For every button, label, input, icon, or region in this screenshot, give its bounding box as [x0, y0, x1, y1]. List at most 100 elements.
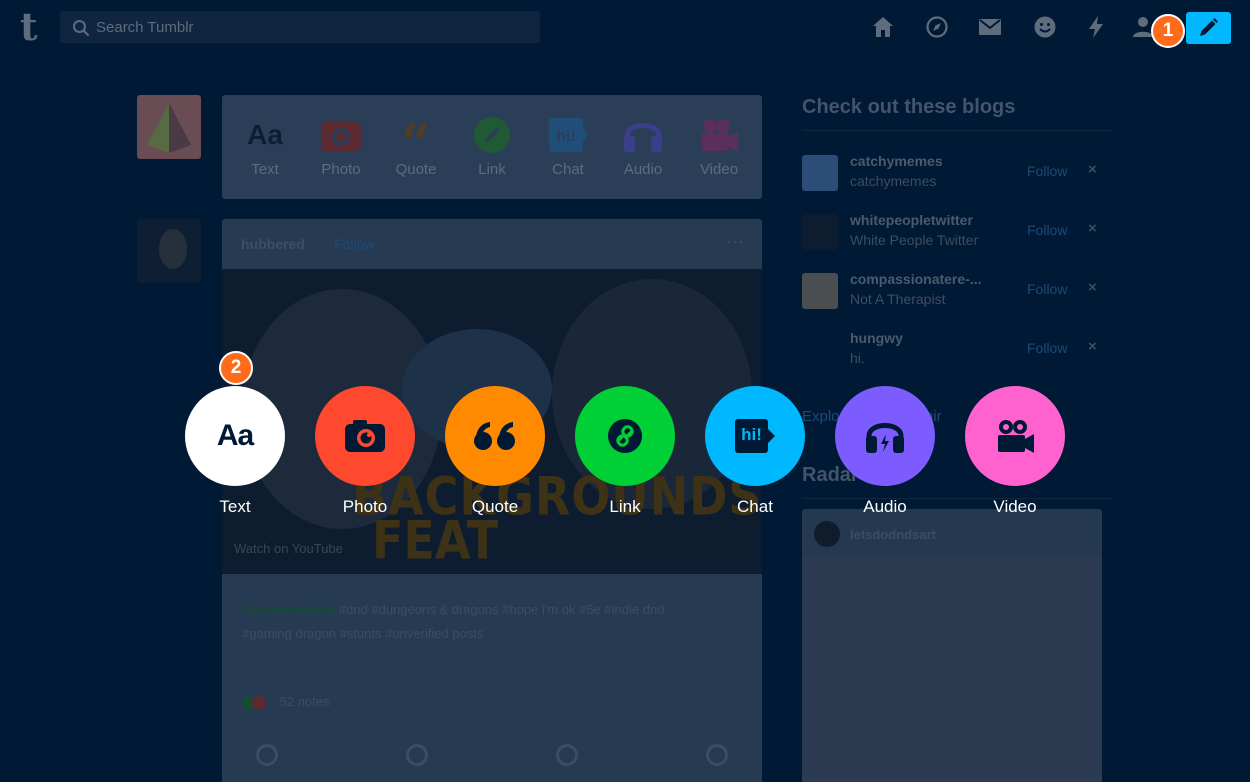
dismiss-icon[interactable]: × — [1088, 338, 1097, 355]
recommended-blog[interactable]: hungwy hi. Follow × — [802, 329, 1112, 379]
post-header: hubbered Follow ··· — [222, 219, 762, 269]
recommended-tag: Recommended — [242, 602, 336, 617]
choose-link-post[interactable]: Link — [575, 386, 675, 526]
watch-on-youtube[interactable]: Watch on YouTube — [234, 541, 343, 556]
dismiss-icon[interactable]: × — [1088, 220, 1097, 237]
chat-post-button[interactable]: hi! — [705, 386, 805, 486]
headphones-icon — [613, 113, 673, 157]
post-bar-quote[interactable]: “ Quote — [386, 113, 446, 179]
audio-post-label: Audio — [863, 497, 907, 516]
blog-avatar[interactable] — [802, 332, 838, 368]
blog-name[interactable]: hungwy — [850, 330, 903, 346]
post-bar-label: Chat — [552, 161, 584, 178]
blog-title: hi. — [850, 350, 865, 366]
blog-name[interactable]: whitepeopletwitter — [850, 212, 973, 228]
radar-post[interactable]: letsdodndsart — [802, 509, 1102, 782]
post-bar-photo[interactable]: Photo — [311, 113, 371, 178]
text-aa-icon: Aa — [216, 419, 254, 452]
recommended-blog[interactable]: whitepeopletwitter White People Twitter … — [802, 211, 1112, 261]
choose-audio-post[interactable]: Audio — [835, 386, 935, 526]
post-bar-label: Audio — [623, 161, 663, 178]
step-badge-2: 2 — [219, 351, 253, 385]
post-follow-link[interactable]: Follow — [334, 236, 374, 252]
blog-name[interactable]: compassionatere-... — [850, 271, 982, 287]
dismiss-icon[interactable]: × — [1088, 161, 1097, 178]
post-type-bar: Aa Text Photo “ Quote Link hi! Chat Audi… — [222, 95, 762, 199]
video-camera-icon — [689, 113, 749, 157]
choose-photo-post[interactable]: Photo — [315, 386, 415, 526]
post-bar-chat[interactable]: hi! Chat — [538, 113, 598, 178]
radar-image[interactable] — [802, 557, 1102, 782]
reply-icon[interactable] — [406, 744, 428, 766]
reblog-icon[interactable] — [556, 744, 578, 766]
video-camera-icon — [998, 420, 1034, 453]
chat-hi-icon: hi! — [538, 113, 598, 157]
avatar[interactable] — [137, 95, 201, 159]
audio-post-button[interactable] — [835, 386, 935, 486]
text-post-label: Text — [219, 497, 251, 516]
svg-text:hi!: hi! — [556, 128, 576, 145]
recommended-blog[interactable]: compassionatere-... Not A Therapist Foll… — [802, 270, 1112, 320]
camera-icon — [311, 113, 371, 157]
choose-quote-post[interactable]: Quote — [445, 386, 545, 526]
post-bar-label: Video — [699, 161, 739, 178]
quote-post-button[interactable] — [445, 386, 545, 486]
blog-avatar[interactable] — [802, 214, 838, 250]
like-heart-icon[interactable] — [706, 744, 728, 766]
pyramid-avatar-image — [147, 103, 191, 153]
link-post-label: Link — [609, 497, 641, 516]
share-icon[interactable] — [256, 744, 278, 766]
quote-icon: “ — [401, 113, 431, 174]
follow-button[interactable]: Follow — [1027, 163, 1067, 179]
link-post-button[interactable] — [575, 386, 675, 486]
follow-button[interactable]: Follow — [1027, 281, 1067, 297]
blog-title: catchymemes — [850, 173, 937, 189]
text-post-button[interactable]: Aa — [185, 386, 285, 486]
chat-post-label: Chat — [737, 497, 773, 516]
link-icon — [608, 419, 642, 453]
headphones-icon — [866, 423, 904, 453]
post-blog-name[interactable]: hubbered — [241, 236, 305, 252]
camera-icon — [345, 420, 385, 452]
blog-avatar[interactable] — [802, 155, 838, 191]
divider — [802, 130, 1112, 131]
post-bar-text[interactable]: Aa Text — [235, 113, 295, 178]
radar-blog-name[interactable]: letsdodndsart — [850, 527, 936, 542]
video-post-label: Video — [993, 497, 1037, 516]
blog-title: Not A Therapist — [850, 291, 946, 307]
video-post-button[interactable] — [965, 386, 1065, 486]
follow-button[interactable]: Follow — [1027, 340, 1067, 356]
recommended-blogs-title: Check out these blogs — [802, 96, 1016, 118]
text-aa-icon: Aa — [247, 119, 283, 150]
post-bar-video[interactable]: Video — [689, 113, 749, 178]
post-more-menu[interactable]: ··· — [726, 231, 744, 252]
post-tags: Recommended #dnd #dungeons & dragons #ho… — [242, 598, 702, 646]
blog-name[interactable]: catchymemes — [850, 153, 943, 169]
recommended-blog[interactable]: catchymemes catchymemes Follow × — [802, 152, 1112, 202]
chat-hi-icon: hi! — [735, 419, 775, 453]
post-bar-label: Link — [478, 161, 506, 178]
choose-chat-post[interactable]: hi! Chat — [705, 386, 805, 526]
notes-count: 52 notes — [279, 694, 330, 709]
media-title-line-2: FEAT STACKING — [372, 508, 631, 574]
blog-avatar[interactable] — [802, 273, 838, 309]
post-footer: Recommended #dnd #dungeons & dragons #ho… — [222, 574, 762, 782]
explore-all-link[interactable]: Explo — [802, 408, 840, 425]
quote-icon — [474, 422, 515, 450]
follow-button[interactable]: Follow — [1027, 222, 1067, 238]
post-author-avatar[interactable] — [137, 219, 201, 283]
post-notes[interactable]: 52 notes — [242, 694, 330, 710]
post-bar-audio[interactable]: Audio — [613, 113, 673, 178]
choose-video-post[interactable]: Video — [965, 386, 1065, 526]
link-icon — [462, 113, 522, 157]
post-bar-label: Text — [251, 161, 279, 178]
post-bar-link[interactable]: Link — [462, 113, 522, 178]
photo-post-label: Photo — [342, 497, 388, 516]
blog-title: White People Twitter — [850, 232, 979, 248]
note-avatar — [252, 695, 266, 710]
dismiss-icon[interactable]: × — [1088, 279, 1097, 296]
choose-text-post[interactable]: Aa Text — [185, 386, 285, 526]
photo-post-button[interactable] — [315, 386, 415, 486]
post-bar-label: Quote — [395, 161, 437, 178]
post-bar-label: Photo — [321, 161, 361, 178]
